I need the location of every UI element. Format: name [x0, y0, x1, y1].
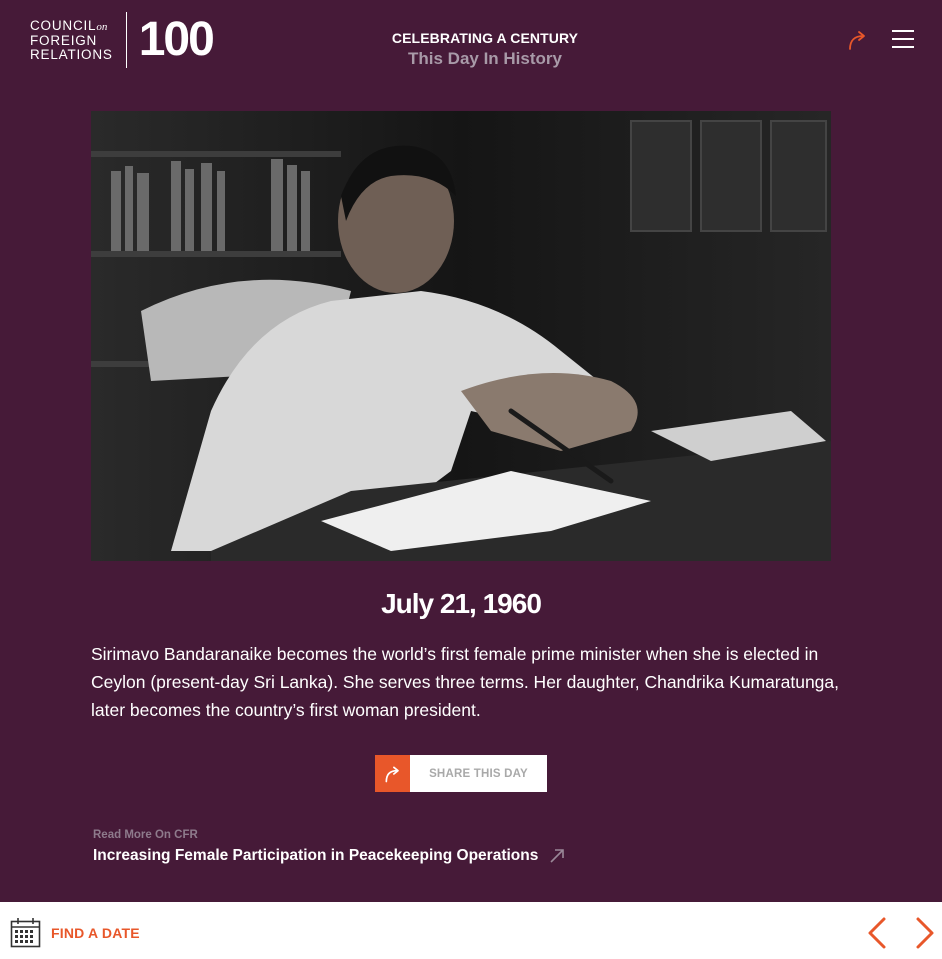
chevron-left-icon[interactable] — [866, 916, 888, 950]
calendar-icon — [10, 918, 41, 948]
header-title-block: CELEBRATING A CENTURY This Day In Histor… — [340, 30, 630, 69]
chevron-right-icon[interactable] — [914, 916, 936, 950]
header-kicker: CELEBRATING A CENTURY — [391, 30, 579, 46]
share-this-day-label: SHARE THIS DAY — [410, 755, 547, 792]
share-arrow-icon[interactable] — [846, 28, 870, 52]
cfr-100-logo[interactable]: COUNCILon FOREIGN RELATIONS 100 — [30, 12, 215, 68]
menu-icon[interactable] — [892, 30, 916, 50]
read-more-kicker: Read More On CFR — [93, 829, 198, 841]
site-header: COUNCILon FOREIGN RELATIONS 100 CELEBRAT… — [0, 0, 942, 90]
share-this-day-button[interactable]: SHARE THIS DAY — [375, 755, 547, 792]
read-more-link[interactable]: Increasing Female Participation in Peace… — [93, 847, 566, 865]
historical-photo — [91, 111, 831, 561]
external-link-icon — [550, 849, 565, 863]
find-a-date-label: FIND A DATE — [51, 924, 140, 941]
logo-centennial-number: 100 — [138, 13, 215, 66]
read-more-section: Read More On CFR Increasing Female Parti… — [93, 829, 566, 865]
entry-description: Sirimavo Bandaranaike becomes the world’… — [91, 644, 840, 720]
find-a-date-button[interactable]: FIND A DATE — [10, 917, 140, 948]
entry-date: July 21, 1960 — [381, 588, 542, 619]
logo-wordmark: COUNCILon FOREIGN RELATIONS — [30, 17, 113, 62]
footer-bar: FIND A DATE — [0, 902, 942, 959]
share-arrow-icon — [375, 755, 410, 792]
header-subtitle: This Day In History — [408, 49, 562, 68]
logo-divider — [125, 12, 127, 68]
read-more-link-text: Increasing Female Participation in Peace… — [93, 847, 539, 864]
